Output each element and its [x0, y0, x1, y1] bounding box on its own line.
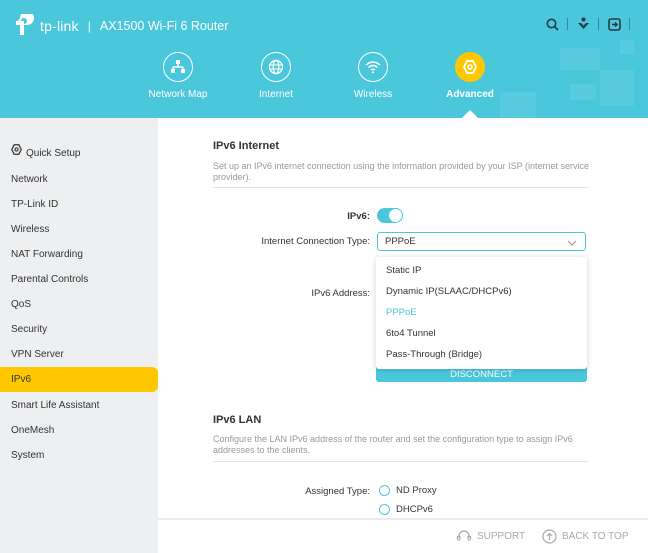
- sidebar-item-label: Parental Controls: [11, 274, 89, 285]
- nav-network-map[interactable]: Network Map: [133, 52, 223, 100]
- globe-icon: [261, 52, 291, 82]
- back-to-top-label: BACK TO TOP: [562, 531, 629, 542]
- router-model: AX1500 Wi-Fi 6 Router: [99, 19, 229, 33]
- sidebar-item-label: TP-Link ID: [11, 199, 59, 210]
- gear-icon: [455, 52, 485, 82]
- chevron-down-icon: [567, 236, 577, 253]
- support-label: SUPPORT: [477, 530, 526, 542]
- connection-type-select[interactable]: PPPoE: [377, 232, 586, 251]
- gear-icon: [11, 140, 22, 165]
- assigned-type-label: Assigned Type:: [305, 486, 370, 497]
- toolbar-divider: [598, 18, 599, 30]
- sidebar-item-parental-controls[interactable]: Parental Controls: [0, 267, 158, 292]
- section-divider: [213, 461, 588, 462]
- connection-type-label: Internet Connection Type:: [261, 236, 370, 247]
- brand-name: tp-link: [40, 18, 79, 34]
- logout-icon[interactable]: [605, 15, 623, 33]
- ipv6-address-label: IPv6 Address:: [311, 288, 370, 299]
- sidebar-item-qos[interactable]: QoS: [0, 292, 158, 317]
- sidebar-item-label: NAT Forwarding: [11, 249, 83, 260]
- sidebar-item-network[interactable]: Network: [0, 167, 158, 192]
- arrow-up-circle-icon: [542, 529, 557, 544]
- nav-label: Wireless: [353, 89, 393, 100]
- sidebar-item-label: Smart Life Assistant: [11, 400, 100, 411]
- brand-separator: |: [87, 19, 91, 33]
- ipv6-toggle-label: IPv6:: [347, 211, 370, 222]
- sidebar-item-tp-link-id[interactable]: TP-Link ID: [0, 192, 158, 217]
- sidebar-item-label: Network: [11, 174, 48, 185]
- section-divider: [213, 187, 588, 188]
- sidebar-item-label: QoS: [11, 299, 32, 310]
- header: tp-link | AX1500 Wi-Fi 6 Router Network …: [0, 0, 648, 118]
- radio-button[interactable]: [379, 504, 390, 515]
- radio-nd-proxy[interactable]: ND Proxy: [379, 485, 437, 496]
- sidebar-item-onemesh[interactable]: OneMesh: [0, 418, 158, 443]
- sidebar-item-label: VPN Server: [11, 349, 64, 360]
- toolbar-divider: [567, 18, 568, 30]
- sidebar-item-label: Quick Setup: [26, 148, 81, 159]
- sidebar-item-vpn-server[interactable]: VPN Server: [0, 342, 158, 367]
- sidebar-item-ipv6[interactable]: IPv6: [0, 367, 158, 392]
- sidebar-item-quick-setup[interactable]: Quick Setup: [0, 141, 158, 166]
- sidebar-item-label: System: [11, 450, 45, 461]
- connection-type-dropdown: Static IP Dynamic IP(SLAAC/DHCPv6) PPPoE…: [376, 257, 587, 369]
- sidebar-item-label: Wireless: [11, 224, 50, 235]
- dropdown-option-dynamic-ip[interactable]: Dynamic IP(SLAAC/DHCPv6): [386, 286, 512, 297]
- nav-label: Internet: [259, 89, 293, 100]
- sidebar-item-system[interactable]: System: [0, 443, 158, 468]
- sidebar-item-label: Security: [11, 324, 48, 335]
- download-app-icon[interactable]: [574, 15, 592, 33]
- radio-label: ND Proxy: [396, 485, 437, 496]
- nav-advanced[interactable]: Advanced: [425, 52, 515, 100]
- radio-button[interactable]: [379, 485, 390, 496]
- headset-icon: [456, 530, 472, 541]
- dropdown-option-pass-through[interactable]: Pass-Through (Bridge): [386, 349, 482, 360]
- nav-internet[interactable]: Internet: [231, 52, 321, 100]
- ipv6-lan-title: IPv6 LAN: [213, 414, 262, 426]
- main-nav: Network Map Internet Wireless Advanced: [0, 52, 648, 118]
- dropdown-option-pppoe[interactable]: PPPoE: [386, 307, 417, 318]
- radio-label: DHCPv6: [396, 504, 433, 515]
- network-map-icon: [163, 52, 193, 82]
- dropdown-option-6to4-tunnel[interactable]: 6to4 Tunnel: [386, 328, 436, 339]
- toolbar-divider: [629, 18, 630, 30]
- sidebar-item-security[interactable]: Security: [0, 317, 158, 342]
- sidebar-item-nat-forwarding[interactable]: NAT Forwarding: [0, 242, 158, 267]
- tp-link-logo-icon: [16, 14, 34, 35]
- sidebar: Quick Setup Network TP-Link ID Wireless …: [0, 118, 158, 553]
- brand: tp-link | AX1500 Wi-Fi 6 Router: [11, 14, 228, 38]
- sidebar-item-wireless[interactable]: Wireless: [0, 217, 158, 242]
- search-icon[interactable]: [543, 15, 561, 33]
- active-nav-caret: [462, 110, 478, 118]
- sidebar-item-label: IPv6: [11, 374, 32, 385]
- dropdown-option-static-ip[interactable]: Static IP: [386, 265, 421, 276]
- ipv6-internet-title: IPv6 Internet: [213, 140, 280, 152]
- footer: SUPPORT BACK TO TOP: [158, 518, 648, 553]
- sidebar-item-smart-life-assistant[interactable]: Smart Life Assistant: [0, 393, 158, 418]
- nav-label: Advanced: [446, 89, 494, 100]
- ipv6-lan-description: Configure the LAN IPv6 address of the ro…: [213, 434, 573, 455]
- ipv6-toggle[interactable]: [377, 208, 403, 223]
- nav-wireless[interactable]: Wireless: [328, 52, 418, 100]
- nav-label: Network Map: [148, 89, 208, 100]
- radio-dhcpv6[interactable]: DHCPv6: [379, 504, 433, 515]
- connection-type-value: PPPoE: [385, 236, 416, 247]
- toggle-knob: [389, 209, 402, 222]
- sidebar-item-label: OneMesh: [11, 425, 55, 436]
- support-link[interactable]: SUPPORT: [456, 529, 525, 543]
- ipv6-internet-description: Set up an IPv6 internet connection using…: [213, 161, 590, 182]
- back-to-top-link[interactable]: BACK TO TOP: [542, 529, 629, 544]
- main-content: IPv6 Internet Set up an IPv6 internet co…: [158, 118, 648, 518]
- wifi-icon: [358, 52, 388, 82]
- top-toolbar: [543, 15, 636, 33]
